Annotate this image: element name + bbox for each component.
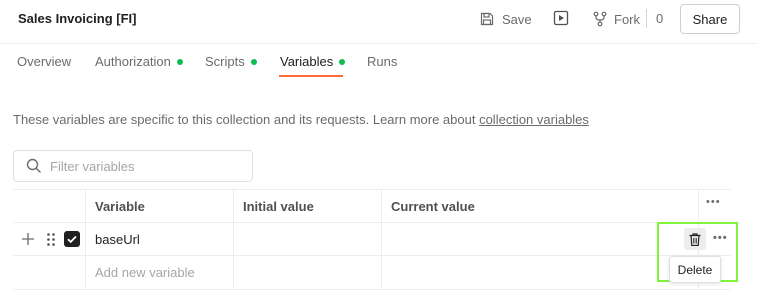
fork-label: Fork [614, 11, 640, 27]
search-icon [26, 158, 41, 173]
drag-handle-icon[interactable] [47, 233, 55, 246]
tab-scripts[interactable]: Scripts [205, 54, 257, 69]
status-dot-icon [176, 58, 183, 65]
tab-overview[interactable]: Overview [17, 54, 71, 69]
description-text: These variables are specific to this col… [13, 112, 480, 127]
enable-variable-checkbox[interactable] [64, 231, 80, 247]
fork-icon [593, 11, 607, 27]
table-border [13, 222, 731, 223]
collection-header: Sales Invoicing [FI] Save Fork 0 Share [0, 0, 757, 44]
tab-authorization[interactable]: Authorization [95, 54, 183, 69]
fork-button[interactable]: Fork [593, 9, 640, 29]
tab-label: Scripts [205, 54, 245, 69]
share-button[interactable]: Share [680, 4, 740, 34]
tab-label: Overview [17, 54, 72, 69]
fork-divider [646, 9, 647, 28]
table-border [13, 289, 731, 290]
tab-runs[interactable]: Runs [367, 54, 397, 69]
trash-icon [689, 232, 701, 246]
add-row-icon[interactable] [22, 233, 34, 245]
save-button[interactable]: Save [479, 9, 532, 29]
variable-name-cell[interactable]: baseUrl [95, 232, 140, 247]
active-tab-indicator [279, 75, 343, 77]
column-divider [233, 189, 234, 290]
column-options-icon[interactable]: ••• [706, 197, 721, 208]
delete-variable-button[interactable] [684, 228, 706, 250]
variables-description: These variables are specific to this col… [13, 112, 589, 127]
collection-variables-link[interactable]: collection variables [479, 112, 589, 127]
tab-variables[interactable]: Variables [280, 54, 346, 69]
save-icon [480, 12, 494, 26]
tab-label: Runs [367, 54, 398, 69]
column-header-current-value: Current value [391, 199, 475, 214]
status-dot-icon [250, 58, 257, 65]
tab-label: Variables [280, 54, 334, 69]
tab-label: Authorization [95, 54, 171, 69]
run-icon[interactable] [553, 10, 569, 26]
column-header-initial-value: Initial value [243, 199, 314, 214]
delete-tooltip: Delete [669, 256, 721, 283]
column-divider [85, 189, 86, 290]
filter-box[interactable] [13, 150, 253, 182]
table-border [13, 189, 731, 190]
column-header-variable: Variable [95, 199, 145, 214]
checkmark-icon [67, 235, 77, 244]
table-border [13, 255, 731, 256]
save-label: Save [502, 11, 532, 27]
fork-count[interactable]: 0 [656, 11, 663, 26]
collection-tabs: Overview Authorization Scripts Variables… [0, 44, 757, 80]
collection-title: Sales Invoicing [FI] [18, 11, 137, 26]
status-dot-icon [339, 58, 346, 65]
add-new-variable-input[interactable]: Add new variable [95, 265, 195, 280]
variables-table: Variable Initial value Current value •••… [13, 189, 731, 290]
filter-variables-input[interactable] [50, 158, 240, 174]
column-divider [381, 189, 382, 290]
row-options-icon[interactable]: ••• [713, 233, 728, 244]
